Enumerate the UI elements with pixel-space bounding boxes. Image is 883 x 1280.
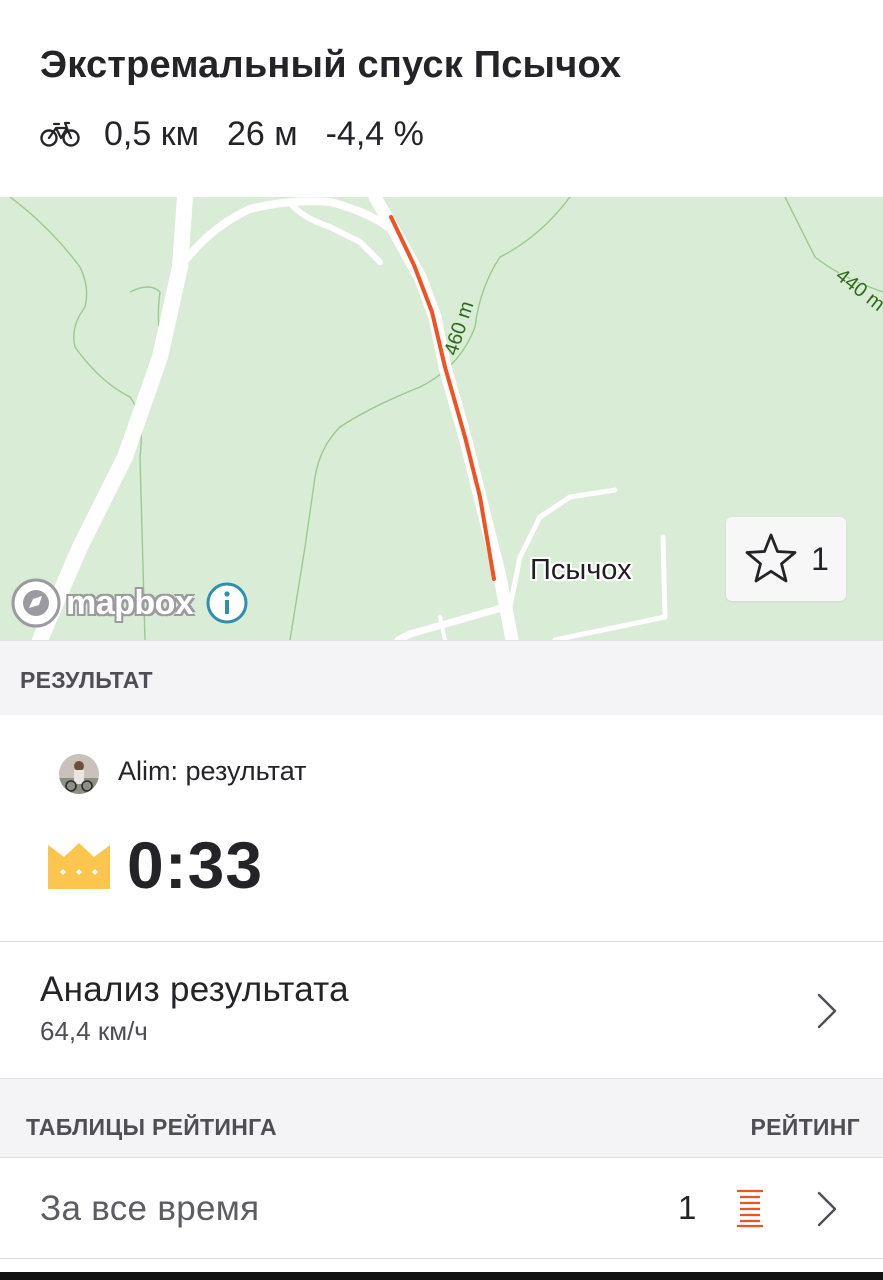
result-section-title: РЕЗУЛЬТАТ [20,667,153,693]
leaderboards-section-header: ТАБЛИЦЫ РЕЙТИНГА РЕЙТИНГ [0,1078,883,1157]
analysis-title: Анализ результата [40,970,349,1009]
chevron-right-icon [817,993,837,1029]
segment-title: Экстремальный спуск Псычох [40,44,622,86]
star-count: 1 [811,540,829,577]
star-segment-button[interactable]: 1 [726,517,846,601]
info-icon[interactable] [205,581,249,625]
result-card[interactable]: Alim: результат 0:33 [0,715,883,941]
athlete-result-label: Alim: результат [118,756,307,786]
avatar[interactable] [59,754,99,794]
leaderboard-row-all-time[interactable]: За все время 1 [0,1158,883,1258]
crown-icon [48,843,110,889]
segment-map[interactable]: 460 m 440 m Псычох mapbox 1 [0,197,883,640]
mapbox-attribution: mapbox [10,577,249,629]
mapbox-wordmark: mapbox [66,583,194,622]
star-icon [745,533,797,583]
mapbox-logo-icon [11,578,61,628]
divider [0,1258,883,1259]
segment-distance: 0,5 км [104,114,199,153]
leaderboard-list-icon [737,1189,763,1228]
chevron-right-icon [817,1191,837,1227]
segment-stats: 0,5 км 26 м -4,4 % [40,110,452,158]
rank-column-title: РЕЙТИНГ [750,1114,860,1140]
segment-elevation: 26 м [226,114,298,153]
leaderboard-label: За все время [40,1189,260,1228]
system-nav-bar [0,1272,883,1280]
analysis-row[interactable]: Анализ результата 64,4 км/ч [0,942,883,1078]
analysis-speed: 64,4 км/ч [40,1016,148,1046]
leaderboard-rank: 1 [678,1189,697,1226]
result-time: 0:33 [127,828,264,902]
bike-icon [40,121,80,147]
map-place-label: Псычох [530,554,632,586]
segment-header: Экстремальный спуск Псычох 0,5 км 26 м -… [0,0,883,197]
avatar-photo [59,754,99,794]
result-section-header: РЕЗУЛЬТАТ [0,640,883,715]
segment-grade: -4,4 % [325,114,424,153]
leaderboards-title: ТАБЛИЦЫ РЕЙТИНГА [26,1114,277,1140]
